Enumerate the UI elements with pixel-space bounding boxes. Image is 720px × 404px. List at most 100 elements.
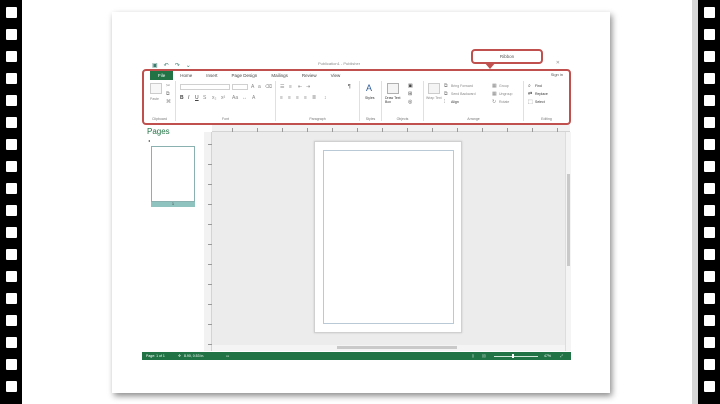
copy-icon[interactable]: ⧉ — [166, 91, 170, 97]
horizontal-scrollbar[interactable] — [212, 345, 565, 351]
grow-font-icon[interactable]: A — [251, 84, 254, 90]
vertical-ruler — [204, 132, 212, 351]
paste-button[interactable]: Paste — [150, 97, 159, 101]
clear-format-icon[interactable]: ⌫ — [265, 84, 272, 90]
superscript-icon[interactable]: x² — [221, 95, 225, 101]
select-icon[interactable]: ⬚ — [528, 99, 533, 105]
group-button[interactable]: Group — [499, 84, 509, 88]
draw-text-box-button[interactable]: Draw Text Box — [385, 96, 405, 104]
shapes-icon[interactable]: ◎ — [408, 99, 412, 105]
ribbon: File Home Insert Page Design Mailings Re… — [142, 69, 571, 125]
pages-pane-title: Pages — [147, 127, 170, 136]
numbering-icon[interactable]: ≡ — [289, 84, 292, 90]
bullets-icon[interactable]: ☰ — [280, 84, 284, 90]
find-button[interactable]: Find — [535, 84, 542, 88]
line-spacing-icon[interactable]: ↕ — [324, 95, 327, 101]
align-objects-icon[interactable]: ⫶ — [444, 99, 445, 105]
tab-page-design[interactable]: Page Design — [225, 71, 265, 80]
font-size-box[interactable] — [232, 84, 248, 90]
status-page[interactable]: Page: 1 of 1 — [146, 352, 165, 360]
align-center-icon[interactable]: ≡ — [288, 95, 291, 101]
wrap-text-button[interactable]: Wrap Text — [426, 96, 442, 100]
two-page-view-icon[interactable]: ▯▯ — [482, 352, 486, 360]
distribute-icon[interactable]: ≣ — [312, 95, 316, 101]
bold-icon[interactable]: B — [180, 95, 184, 101]
justify-icon[interactable]: ≡ — [304, 95, 307, 101]
group-objects-icon[interactable]: ▦ — [492, 83, 497, 89]
horizontal-scroll-thumb[interactable] — [337, 346, 457, 349]
rotate-icon[interactable]: ↻ — [492, 99, 496, 105]
cut-icon[interactable]: ✂ — [166, 83, 170, 89]
tab-home[interactable]: Home — [173, 71, 199, 80]
underline-icon[interactable]: U — [195, 95, 199, 101]
replace-button[interactable]: Replace — [535, 92, 548, 96]
group-editing: ⌕ Find ⇄ Replace ⬚ Select Editing — [524, 81, 569, 121]
align-left-icon[interactable]: ≡ — [280, 95, 283, 101]
vertical-scroll-thumb[interactable] — [567, 174, 570, 266]
zoom-slider-knob[interactable] — [512, 354, 514, 358]
table-icon[interactable]: ⊞ — [408, 91, 412, 97]
draw-text-box-icon[interactable] — [387, 83, 399, 94]
send-backward-icon[interactable]: ⧉ — [444, 91, 448, 97]
paste-icon[interactable] — [150, 83, 162, 94]
increase-indent-icon[interactable]: ⇥ — [306, 84, 310, 90]
font-color-icon[interactable]: A — [252, 95, 255, 101]
tab-review[interactable]: Review — [295, 71, 324, 80]
tab-insert[interactable]: Insert — [199, 71, 224, 80]
page-thumbnail-number: 1 — [151, 202, 195, 207]
publication-page[interactable] — [314, 141, 462, 333]
sign-in-link[interactable]: Sign in — [551, 72, 563, 77]
page-thumbnail[interactable] — [151, 146, 195, 202]
group-label-paragraph: Paragraph — [309, 117, 326, 121]
fit-page-icon[interactable]: ⤢ — [560, 352, 563, 360]
styles-button[interactable]: Styles — [365, 96, 375, 100]
zoom-level[interactable]: 47% — [544, 352, 551, 360]
group-arrange: Wrap Text ⧉ Bring Forward ⧉ Send Backwar… — [424, 81, 524, 121]
object-size-icon: ▭ — [226, 354, 230, 358]
character-spacing-icon[interactable]: ↔ — [242, 95, 247, 101]
rotate-button[interactable]: Rotate — [499, 100, 509, 104]
collapse-pane-icon[interactable]: ◂ — [148, 138, 150, 143]
single-page-view-icon[interactable]: ▯ — [472, 352, 474, 360]
group-label-editing: Editing — [541, 117, 552, 121]
decrease-indent-icon[interactable]: ⇤ — [298, 84, 302, 90]
change-case-icon[interactable]: Aa — [232, 95, 238, 101]
subscript-icon[interactable]: x₂ — [212, 95, 216, 101]
styles-icon[interactable]: A — [366, 83, 372, 93]
ribbon-groups: Paste ✂ ⧉ ⌘ Clipboard A a ⌫ B I U S x₂ x… — [144, 81, 569, 121]
shrink-font-icon[interactable]: a — [258, 84, 261, 90]
picture-icon[interactable]: ▣ — [408, 83, 413, 89]
strikethrough-icon[interactable]: S — [203, 95, 206, 101]
ungroup-icon[interactable]: ▦ — [492, 91, 497, 97]
vertical-scrollbar[interactable] — [565, 132, 571, 351]
italic-icon[interactable]: I — [188, 95, 189, 101]
align-button[interactable]: Align — [451, 100, 459, 104]
bring-forward-icon[interactable]: ⧉ — [444, 83, 448, 89]
customize-icon[interactable]: ⌄ — [186, 62, 191, 69]
bring-forward-button[interactable]: Bring Forward — [451, 84, 473, 88]
group-label-styles: Styles — [365, 117, 376, 121]
wrap-text-icon[interactable] — [428, 83, 440, 94]
group-font: A a ⌫ B I U S x₂ x² Aa ↔ A Font — [176, 81, 276, 121]
group-label-clipboard: Clipboard — [152, 117, 167, 121]
redo-icon[interactable]: ↷ — [175, 62, 180, 69]
select-button[interactable]: Select — [535, 100, 545, 104]
tab-view[interactable]: View — [324, 71, 348, 80]
zoom-slider[interactable] — [494, 356, 538, 357]
tab-mailings[interactable]: Mailings — [264, 71, 295, 80]
ungroup-button[interactable]: Ungroup — [499, 92, 512, 96]
group-paragraph: ☰ ≡ ⇤ ⇥ ¶ ≡ ≡ ≡ ≡ ≣ ↕ Paragraph — [276, 81, 360, 121]
paragraph-marks-icon[interactable]: ¶ — [348, 84, 351, 90]
group-clipboard: Paste ✂ ⧉ ⌘ Clipboard — [144, 81, 176, 121]
format-painter-icon[interactable]: ⌘ — [166, 99, 171, 105]
document-workspace[interactable] — [212, 132, 565, 351]
find-icon[interactable]: ⌕ — [528, 83, 531, 89]
save-icon[interactable]: ▣ — [152, 62, 158, 69]
font-name-box[interactable] — [180, 84, 230, 90]
align-right-icon[interactable]: ≡ — [296, 95, 299, 101]
margin-guides — [323, 150, 454, 324]
tab-file[interactable]: File — [150, 71, 174, 80]
replace-icon[interactable]: ⇄ — [528, 91, 532, 97]
undo-icon[interactable]: ↶ — [164, 62, 169, 69]
send-backward-button[interactable]: Send Backward — [451, 92, 476, 96]
